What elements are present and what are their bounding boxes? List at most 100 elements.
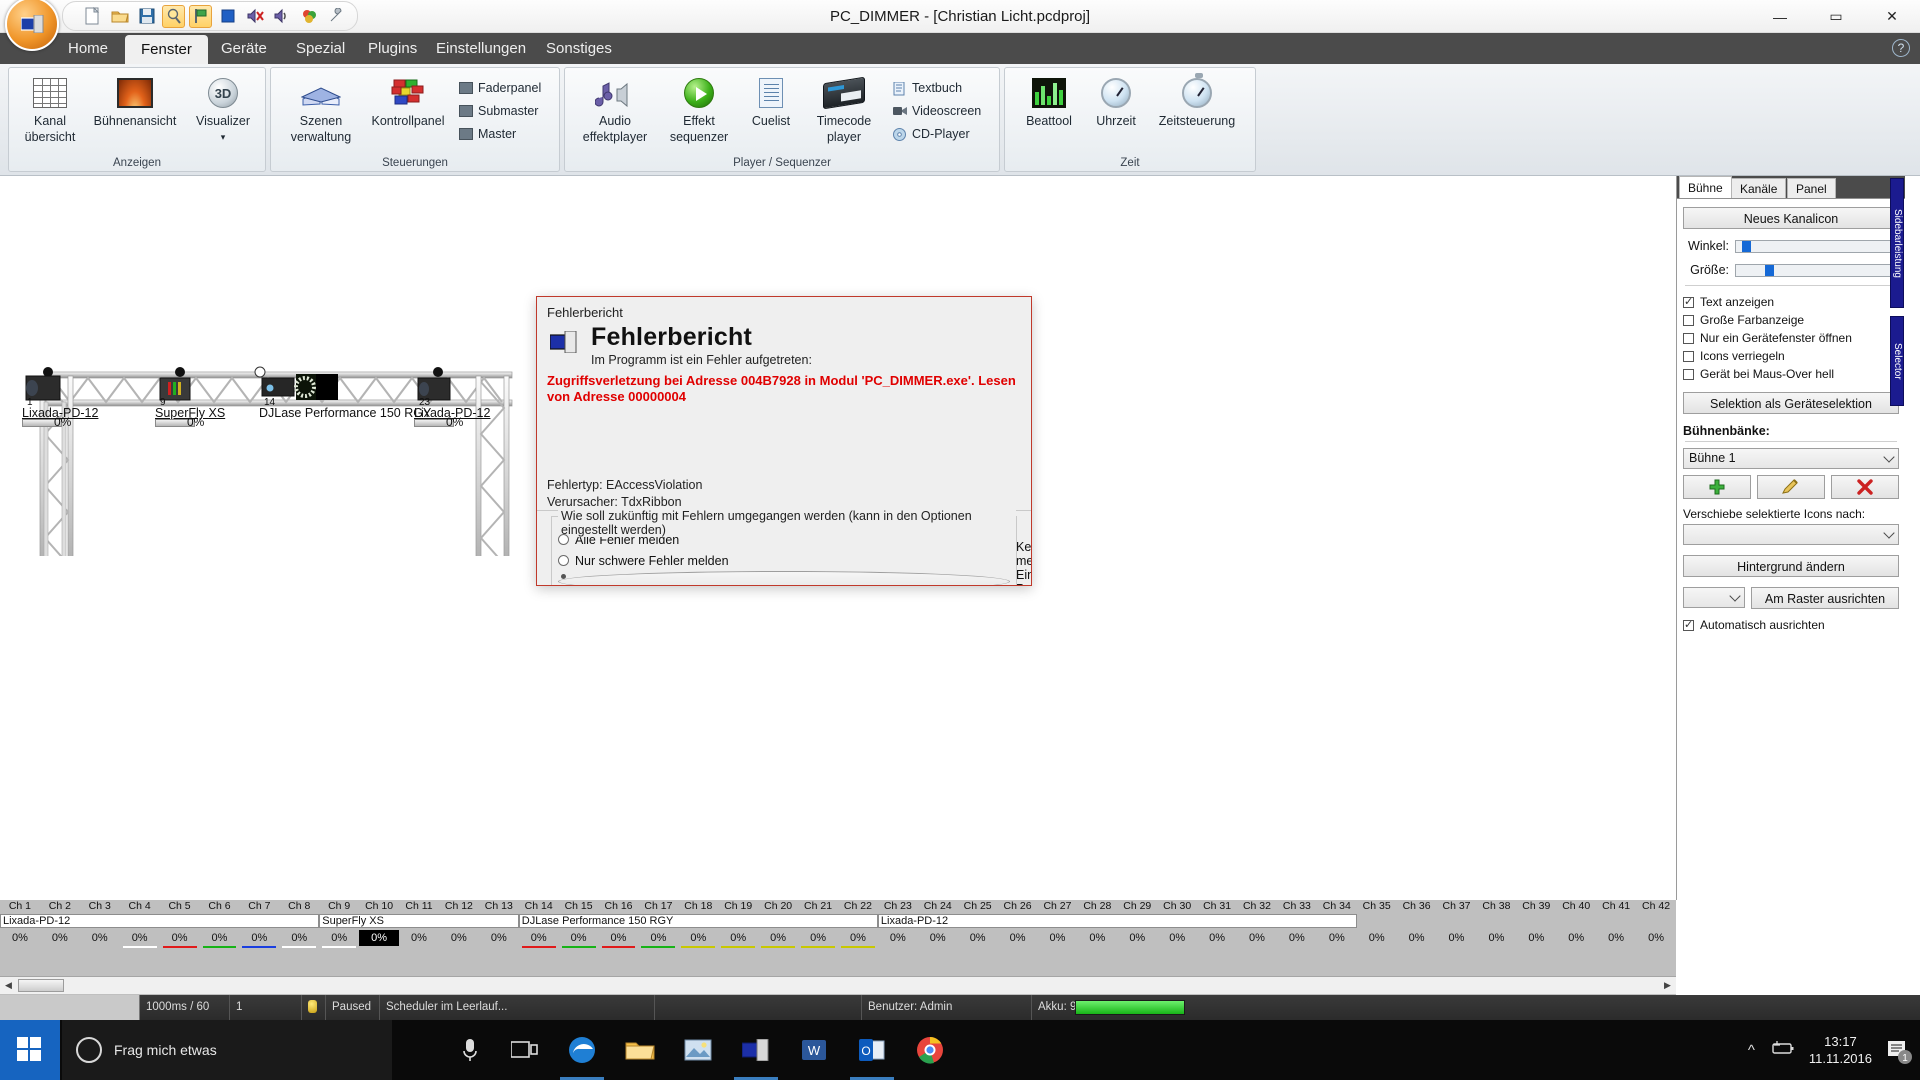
channel-value[interactable]: 0% xyxy=(120,930,160,946)
ribbon-button-zeitsteuerung[interactable]: Zeitsteuerung xyxy=(1147,73,1247,128)
channel-value[interactable]: 0% xyxy=(599,930,639,946)
scroll-left-button[interactable]: ◀ xyxy=(0,977,17,994)
scroll-right-button[interactable]: ▶ xyxy=(1659,977,1676,994)
tab-home[interactable]: Home xyxy=(52,33,124,64)
checkbox-grosse-farbanzeige[interactable]: Große Farbanzeige xyxy=(1683,312,1899,328)
channel-value[interactable]: 0% xyxy=(519,930,559,946)
start-button[interactable] xyxy=(0,1020,60,1080)
checkbox-text-anzeigen[interactable]: Text anzeigen xyxy=(1683,294,1899,310)
close-button[interactable]: ✕ xyxy=(1864,0,1920,33)
status-switch[interactable]: 1 Einschalten xyxy=(230,995,302,1038)
channel-value[interactable]: 0% xyxy=(958,930,998,946)
help-icon[interactable]: ? xyxy=(1892,39,1910,57)
notification-center-icon[interactable]: 1 xyxy=(1886,1038,1912,1064)
folder-icon[interactable] xyxy=(108,5,131,28)
word-icon[interactable]: W xyxy=(784,1020,844,1080)
ribbon-button-timecodeplayer[interactable]: Timecode player xyxy=(803,74,885,144)
channel-value[interactable]: 0% xyxy=(638,930,678,946)
tab-spezial[interactable]: Spezial xyxy=(280,33,361,64)
explorer-icon[interactable] xyxy=(610,1020,670,1080)
channel-value[interactable]: 0% xyxy=(1277,930,1317,946)
radio-keine-fehler-melden[interactable]: Keine Fehler melden (nur Eintrag in Prot… xyxy=(558,540,1031,585)
ribbon-button-buehnenansicht[interactable]: Bühnenansicht xyxy=(85,74,185,128)
ribbon-item-master[interactable]: Master xyxy=(459,122,541,145)
channel-value[interactable]: 0% xyxy=(80,930,120,946)
angle-slider[interactable] xyxy=(1735,239,1899,253)
size-slider[interactable] xyxy=(1735,263,1899,277)
selection-as-device-selection-button[interactable]: Selektion als Geräteselektion xyxy=(1683,392,1899,414)
tab-fenster[interactable]: Fenster xyxy=(125,35,208,64)
channel-value[interactable]: 0% xyxy=(279,930,319,946)
new-channel-icon-button[interactable]: Neues Kanalicon xyxy=(1683,207,1899,229)
blue-square-icon[interactable] xyxy=(216,5,239,28)
taskview-icon[interactable] xyxy=(495,1020,555,1080)
edge-icon[interactable] xyxy=(552,1020,612,1080)
delete-bank-button[interactable] xyxy=(1831,475,1899,499)
ribbon-button-audioeffektplayer[interactable]: Audio effektplayer xyxy=(573,74,657,144)
channel-value[interactable]: 0% xyxy=(160,930,200,946)
stage-bank-select[interactable]: Bühne 1 xyxy=(1683,448,1899,469)
channel-value[interactable]: 0% xyxy=(798,930,838,946)
channel-value[interactable]: 0% xyxy=(239,930,279,946)
ribbon-item-submaster[interactable]: Submaster xyxy=(459,99,541,122)
magnifier-icon[interactable] xyxy=(162,4,185,28)
minimize-button[interactable]: — xyxy=(1752,0,1808,33)
channel-value[interactable]: 0% xyxy=(1636,930,1676,946)
ribbon-button-visualizer[interactable]: 3D Visualizer ▾ xyxy=(187,74,259,144)
ribbon-item-videoscreen[interactable]: Videoscreen xyxy=(893,99,981,122)
ribbon-item-faderpanel[interactable]: Faderpanel xyxy=(459,76,541,99)
channel-value[interactable]: 0% xyxy=(918,930,958,946)
add-bank-button[interactable] xyxy=(1683,475,1751,499)
channel-value[interactable]: 0% xyxy=(1596,930,1636,946)
ribbon-button-effektsequenzer[interactable]: Effekt sequenzer xyxy=(661,74,737,144)
channel-value[interactable]: 0% xyxy=(1357,930,1397,946)
ribbon-item-textbuch[interactable]: Textbuch xyxy=(893,76,981,99)
new-file-icon[interactable] xyxy=(81,5,104,28)
channel-value[interactable]: 0% xyxy=(200,930,240,946)
tab-sonstiges[interactable]: Sonstiges xyxy=(530,33,628,64)
channel-value[interactable]: 0% xyxy=(758,930,798,946)
maximize-button[interactable]: ▭ xyxy=(1808,0,1864,33)
channel-value[interactable]: 0% xyxy=(1237,930,1277,946)
channel-value[interactable]: 0% xyxy=(838,930,878,946)
checkbox-nur-ein-geraetefenster-oeffnen[interactable]: Nur ein Gerätefenster öffnen xyxy=(1683,330,1899,346)
channel-value[interactable]: 0% xyxy=(439,930,479,946)
channel-value[interactable]: 0% xyxy=(1437,930,1477,946)
wrench-icon[interactable] xyxy=(324,5,347,28)
chrome-icon[interactable] xyxy=(900,1020,960,1080)
radio-nur-schwere-fehler-melden[interactable]: Nur schwere Fehler melden xyxy=(558,550,1010,571)
move-icons-select[interactable] xyxy=(1683,524,1899,545)
flag-icon[interactable] xyxy=(189,4,212,28)
channel-value[interactable]: 0% xyxy=(1516,930,1556,946)
tab-kanaele[interactable]: Kanäle xyxy=(1731,178,1787,198)
channel-value[interactable]: 0% xyxy=(1317,930,1357,946)
ribbon-button-cuelist[interactable]: Cuelist xyxy=(741,74,801,128)
grid-size-select[interactable] xyxy=(1683,587,1745,608)
microphone-icon[interactable] xyxy=(440,1020,500,1080)
channel-value[interactable]: 0% xyxy=(319,930,359,946)
channel-value[interactable]: 0% xyxy=(718,930,758,946)
edge-tab-sidebarleistung[interactable]: Sidebarleistung xyxy=(1890,178,1904,308)
channel-value[interactable]: 0% xyxy=(559,930,599,946)
align-to-grid-button[interactable]: Am Raster ausrichten xyxy=(1751,587,1899,609)
channel-value[interactable]: 0% xyxy=(1157,930,1197,946)
change-background-button[interactable]: Hintergrund ändern xyxy=(1683,555,1899,577)
channel-value[interactable]: 0% xyxy=(399,930,439,946)
ribbon-button-uhrzeit[interactable]: Uhrzeit xyxy=(1085,74,1147,128)
channel-value[interactable]: 0% xyxy=(678,930,718,946)
channel-value[interactable]: 0% xyxy=(479,930,519,946)
edit-bank-button[interactable] xyxy=(1757,475,1825,499)
floppy-disk-icon[interactable] xyxy=(135,5,158,28)
channel-value[interactable]: 0% xyxy=(0,930,40,946)
pcdimmer-icon[interactable] xyxy=(726,1020,786,1080)
channel-value[interactable]: 0% xyxy=(359,930,400,946)
speaker-icon[interactable] xyxy=(270,5,293,28)
speaker-mute-icon[interactable] xyxy=(243,5,266,28)
ribbon-button-szenenverwaltung[interactable]: Szenen verwaltung xyxy=(281,74,361,144)
ribbon-button-kanaluebersicht[interactable]: Kanal übersicht xyxy=(17,74,83,144)
tab-buehne[interactable]: Bühne xyxy=(1679,176,1732,198)
ribbon-item-cdplayer[interactable]: CD-Player xyxy=(893,122,981,145)
ribbon-button-beattool[interactable]: Beattool xyxy=(1015,74,1083,128)
channel-value[interactable]: 0% xyxy=(878,930,918,946)
channel-value[interactable]: 0% xyxy=(1197,930,1237,946)
